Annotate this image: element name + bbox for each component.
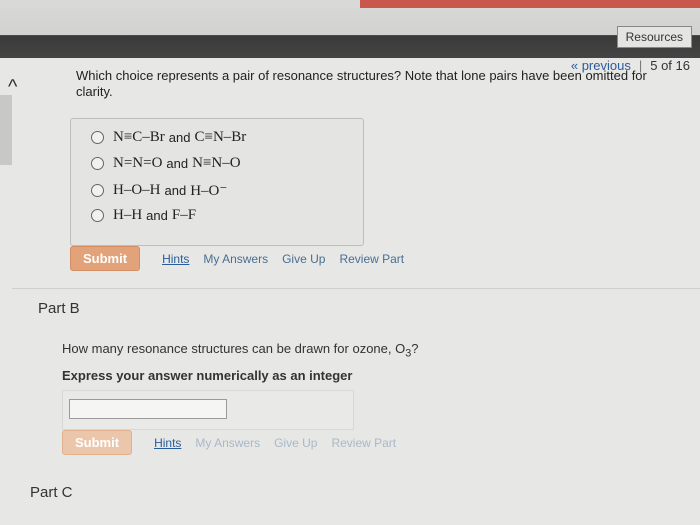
radio-icon[interactable] [91,131,104,144]
submit-button[interactable]: Submit [62,430,133,455]
choice-and: and [146,208,168,223]
radio-icon[interactable] [91,209,104,222]
choice-2[interactable]: N=N=O and N≡N–O [91,155,241,172]
choice-4[interactable]: H–H and F–F [91,207,196,224]
choice-and: and [166,156,189,171]
choice-and: and [164,183,187,198]
review-part-link[interactable]: Review Part [331,436,396,450]
part-b-question: How many resonance structures can be dra… [62,341,419,360]
review-part-link[interactable]: Review Part [339,252,404,266]
answer-input[interactable] [69,399,227,419]
resources-button[interactable]: Resources [616,26,692,48]
choice-left: N≡C–Br [113,129,165,145]
top-accent-strip [360,0,700,8]
choice-and: and [168,130,191,145]
radio-icon[interactable] [91,157,104,170]
choice-left: H–O–H [113,182,161,198]
part-b-actions: Submit Hints My Answers Give Up Review P… [62,430,396,455]
choice-left: H–H [113,207,143,223]
give-up-link[interactable]: Give Up [282,252,325,266]
part-divider [12,288,700,289]
hints-link[interactable]: Hints [154,436,181,450]
choice-right: F–F [171,207,197,223]
choices-box: N≡C–Br and C≡N–Br N=N=O and N≡N–O H–O–H … [70,118,364,246]
choice-right: N≡N–O [192,155,241,171]
answer-area [62,390,354,430]
choice-right: C≡N–Br [194,129,247,145]
left-scroll-rail [0,95,12,165]
part-b-instruction: Express your answer numerically as an in… [62,368,353,383]
part-a-actions: Submit Hints My Answers Give Up Review P… [70,246,404,271]
part-b-question-end: ? [411,341,419,356]
my-answers-link[interactable]: My Answers [203,252,268,266]
top-bar: Resources [0,0,700,58]
part-a-question: Which choice represents a pair of resona… [76,68,647,99]
submit-button[interactable]: Submit [70,246,141,271]
hints-link[interactable]: Hints [162,252,189,266]
part-c-title[interactable]: Part C [30,484,73,501]
choice-left: N=N=O [113,155,163,171]
give-up-link[interactable]: Give Up [274,436,317,450]
part-b-question-text: How many resonance structures can be dra… [62,341,406,356]
choice-3[interactable]: H–O–H and H–O⁻ [91,181,227,200]
part-b-title[interactable]: Part B [38,300,80,317]
radio-icon[interactable] [91,184,104,197]
choice-1[interactable]: N≡C–Br and C≡N–Br [91,129,246,146]
my-answers-link[interactable]: My Answers [195,436,260,450]
choice-right: H–O⁻ [190,183,228,199]
